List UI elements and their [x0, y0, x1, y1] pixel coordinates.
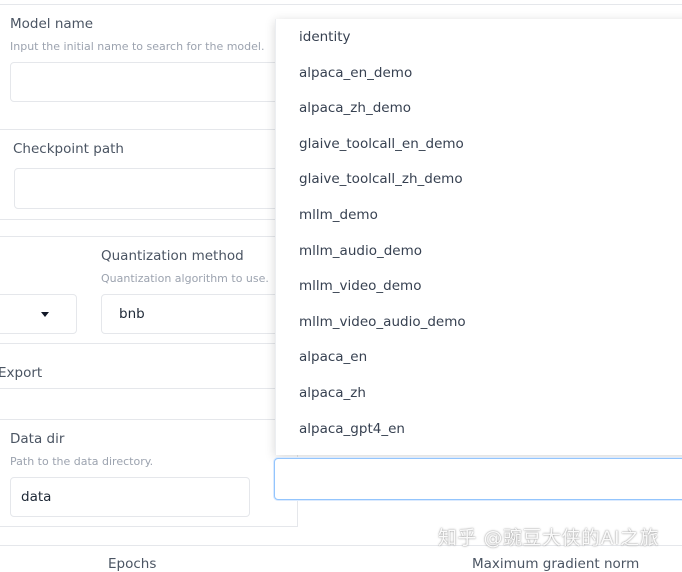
- quantization-bit-select[interactable]: [0, 294, 77, 334]
- data-dir-label: Data dir: [10, 431, 65, 447]
- epochs-label: Epochs: [108, 556, 157, 572]
- dataset-dropdown-list: identity alpaca_en_demo alpaca_zh_demo g…: [275, 19, 682, 455]
- chevron-down-icon: [41, 312, 49, 317]
- dropdown-option[interactable]: glaive_toolcall_zh_demo: [299, 171, 463, 187]
- checkpoint-path-input[interactable]: [14, 168, 304, 209]
- watermark-text: 知乎 @豌豆大侠的AI之旅: [438, 527, 660, 549]
- data-dir-info: Path to the data directory.: [10, 455, 154, 468]
- dropdown-option[interactable]: alpaca_en: [299, 349, 367, 365]
- export-section-label: Export: [0, 365, 43, 381]
- dropdown-option[interactable]: alpaca_zh: [299, 385, 366, 401]
- dropdown-option[interactable]: mllm_video_demo: [299, 278, 421, 294]
- dropdown-option[interactable]: alpaca_en_demo: [299, 65, 412, 81]
- quantization-method-select[interactable]: bnb: [101, 294, 301, 334]
- dataset-search-input[interactable]: [274, 458, 682, 500]
- dropdown-option[interactable]: glaive_toolcall_en_demo: [299, 136, 464, 152]
- checkpoint-path-label: Checkpoint path: [13, 141, 124, 157]
- quantization-method-label: Quantization method: [101, 248, 244, 264]
- dropdown-option[interactable]: mllm_demo: [299, 207, 378, 223]
- dropdown-option[interactable]: identity: [299, 29, 351, 45]
- max-grad-norm-label: Maximum gradient norm: [472, 556, 640, 572]
- model-name-info: Input the initial name to search for the…: [10, 40, 265, 53]
- model-name-input[interactable]: [10, 62, 300, 102]
- export-panel: [0, 354, 298, 389]
- top-divider: [0, 4, 682, 5]
- dropdown-option[interactable]: alpaca_zh_demo: [299, 100, 411, 116]
- dropdown-option[interactable]: mllm_video_audio_demo: [299, 314, 466, 330]
- dropdown-option[interactable]: alpaca_gpt4_en: [299, 421, 405, 437]
- model-name-label: Model name: [10, 16, 94, 32]
- data-dir-input[interactable]: data: [10, 477, 250, 517]
- dropdown-option[interactable]: mllm_audio_demo: [299, 243, 422, 259]
- quantization-method-info: Quantization algorithm to use.: [101, 272, 269, 285]
